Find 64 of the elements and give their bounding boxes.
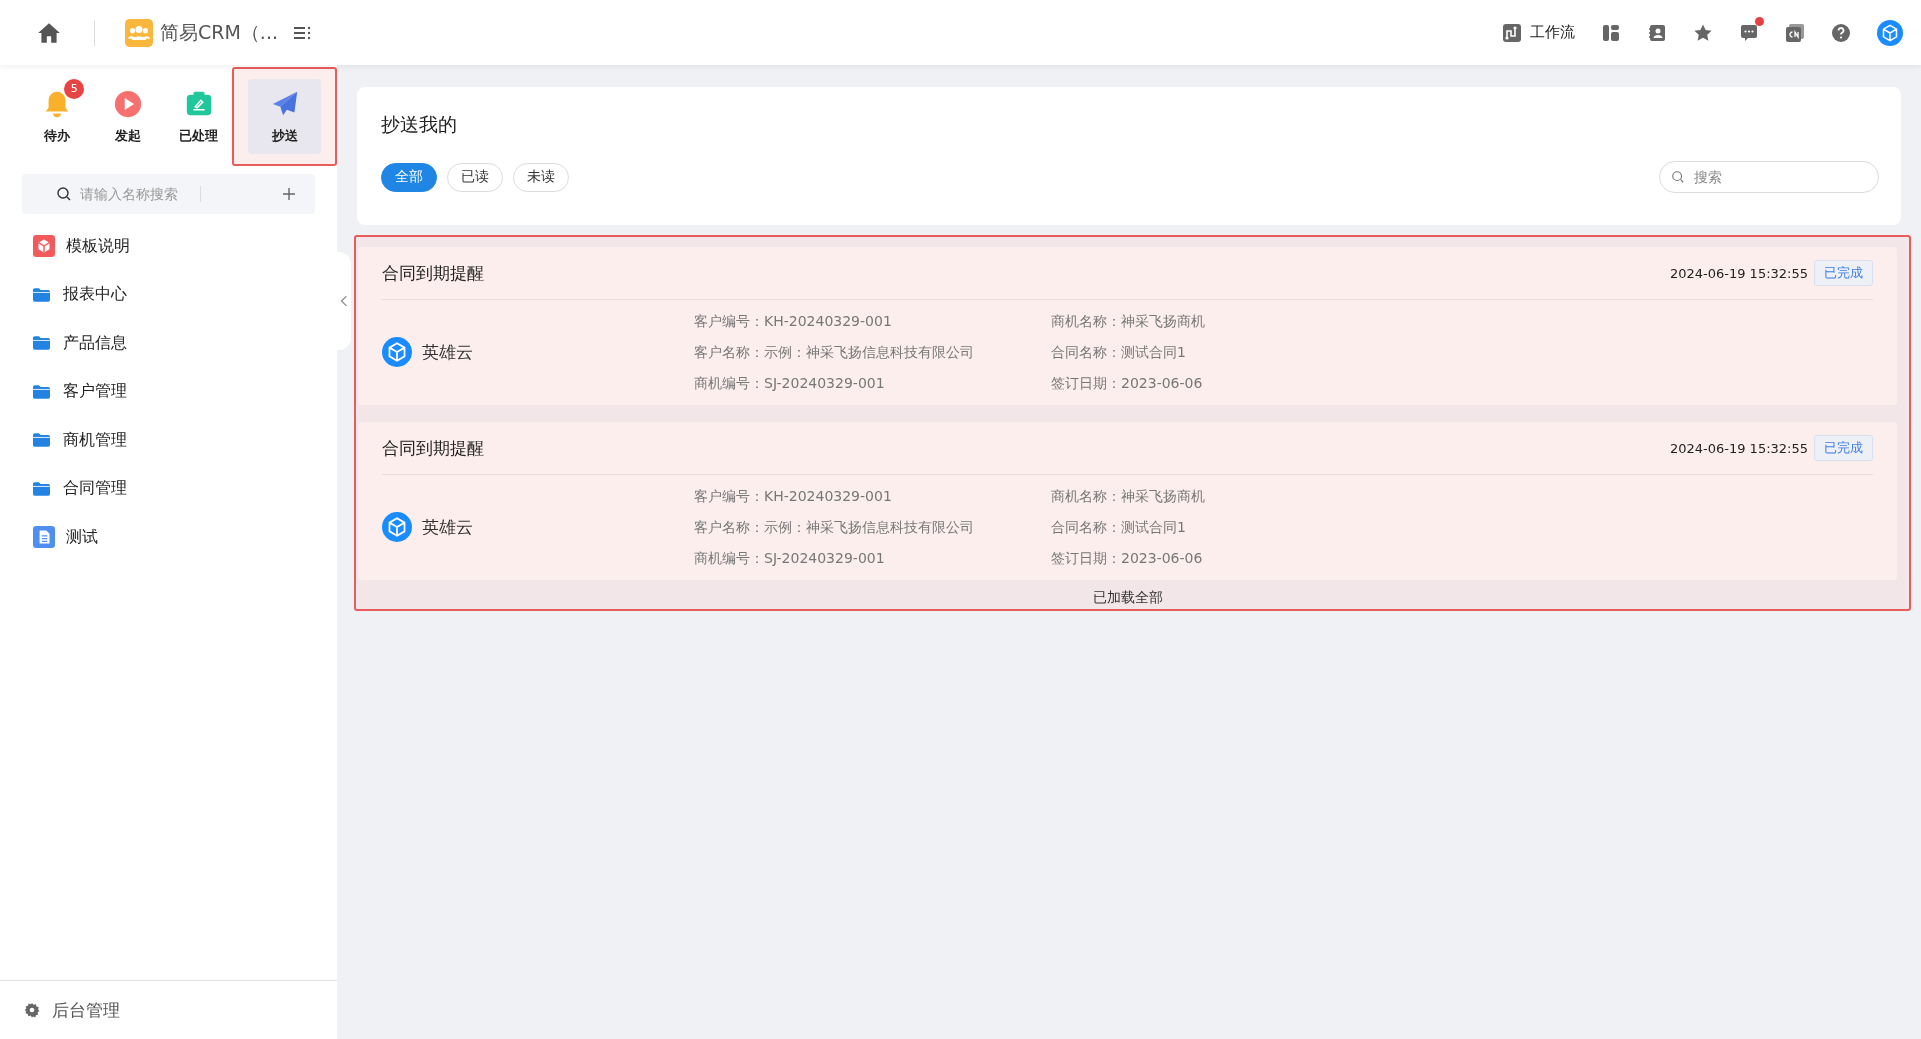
layout-icon[interactable] <box>1601 22 1621 43</box>
help-icon[interactable] <box>1831 22 1851 43</box>
field-text: 商机编号：SJ-20240329-001 <box>694 373 886 393</box>
folder-icon <box>33 287 50 302</box>
sidebar-item[interactable]: 模板说明 <box>0 222 337 271</box>
filter-tab[interactable]: 全部 <box>381 162 437 192</box>
search-field[interactable]: 搜索 <box>1659 161 1879 193</box>
card-title: 合同到期提醒 <box>382 436 484 460</box>
field-text: 客户编号：KH-20240329-001 <box>694 311 893 331</box>
sidebar-item[interactable]: 合同管理 <box>0 464 337 513</box>
page-title: 抄送我的 <box>381 112 458 137</box>
timestamp: 2024-06-19 15:32:55 <box>1669 265 1808 281</box>
contacts-icon[interactable] <box>1647 22 1667 43</box>
app-name: 英雄云 <box>422 515 473 539</box>
field-text: 商机名称：神采飞扬商机 <box>1051 311 1205 331</box>
sidebar-item[interactable]: 测试 <box>0 513 337 562</box>
app-title[interactable]: 简易CRM（... <box>160 19 278 46</box>
sidebar-item[interactable]: 商机管理 <box>0 416 337 465</box>
workflow-icon[interactable] <box>1502 22 1522 43</box>
field-text: 客户编号：KH-20240329-001 <box>694 486 893 506</box>
message-card[interactable]: 合同到期提醒 2024-06-19 15:32:55 已完成 英雄云 客户编号：KH-20240329-001 商机名称：神采飞扬商机 客户名称：示例：神采飞扬信息科技有限公司 合同名称：测试合同1 商机编号：SJ-20240329-001 签订日期：2023-06-06 <box>358 422 1897 580</box>
field-text: 商机名称：神采飞扬商机 <box>1051 486 1205 506</box>
timestamp: 2024-06-19 15:32:55 <box>1669 440 1808 456</box>
field-text: 签订日期：2023-06-06 <box>1051 548 1204 568</box>
sidebar-item[interactable]: 报表中心 <box>0 270 337 319</box>
filter-tab[interactable]: 未读 <box>513 162 569 192</box>
chat-icon[interactable] <box>1739 22 1759 43</box>
field-text: 合同名称：测试合同1 <box>1051 342 1187 362</box>
field-text: 商机编号：SJ-20240329-001 <box>694 548 886 568</box>
quick-action-tab[interactable]: 5 待办 <box>22 79 93 154</box>
end-of-list-text: 已加载全部 <box>1091 589 1164 607</box>
field-text: 签订日期：2023-06-06 <box>1051 373 1204 393</box>
search-field[interactable]: 请输入名称搜索 <box>22 174 315 214</box>
play-icon <box>113 88 143 119</box>
app-name: 英雄云 <box>422 340 473 364</box>
count-badge: 5 <box>64 78 85 99</box>
folder-icon <box>33 384 50 399</box>
message-card[interactable]: 合同到期提醒 2024-06-19 15:32:55 已完成 英雄云 客户编号：KH-20240329-001 商机名称：神采飞扬商机 客户名称：示例：神采飞扬信息科技有限公司 合同名称：测试合同1 商机编号：SJ-20240329-001 签订日期：2023-06-06 <box>358 247 1897 405</box>
sidebar-item[interactable]: 产品信息 <box>0 319 337 368</box>
quick-action-tab[interactable]: 发起 <box>92 79 164 154</box>
card-title: 合同到期提醒 <box>382 261 484 285</box>
folder-icon <box>33 481 50 496</box>
folder-icon <box>33 336 50 351</box>
cube-logo-icon <box>382 512 412 542</box>
cube-icon <box>33 235 55 258</box>
workflow-link[interactable]: 工作流 <box>1530 23 1575 42</box>
add-icon[interactable] <box>281 186 297 202</box>
quick-action-tab[interactable]: 抄送 <box>248 79 321 154</box>
filter-tab[interactable]: 已读 <box>447 162 503 192</box>
sidebar-item[interactable]: 客户管理 <box>0 367 337 416</box>
cube-logo-icon[interactable] <box>1877 19 1903 46</box>
field-text: 客户名称：示例：神采飞扬信息科技有限公司 <box>694 342 975 362</box>
folder-icon <box>33 433 50 448</box>
people-icon <box>125 18 153 47</box>
document-icon <box>33 526 55 549</box>
admin-link[interactable]: 后台管理 <box>52 998 120 1022</box>
collapse-handle[interactable] <box>337 252 351 350</box>
cube-logo-icon <box>382 337 412 367</box>
status-tag: 已完成 <box>1814 435 1873 461</box>
status-tag: 已完成 <box>1814 260 1873 286</box>
language-icon[interactable] <box>1785 22 1805 43</box>
field-text: 客户名称：示例：神采飞扬信息科技有限公司 <box>694 517 975 537</box>
settings-icon[interactable] <box>24 1002 40 1018</box>
field-text: 合同名称：测试合同1 <box>1051 517 1187 537</box>
